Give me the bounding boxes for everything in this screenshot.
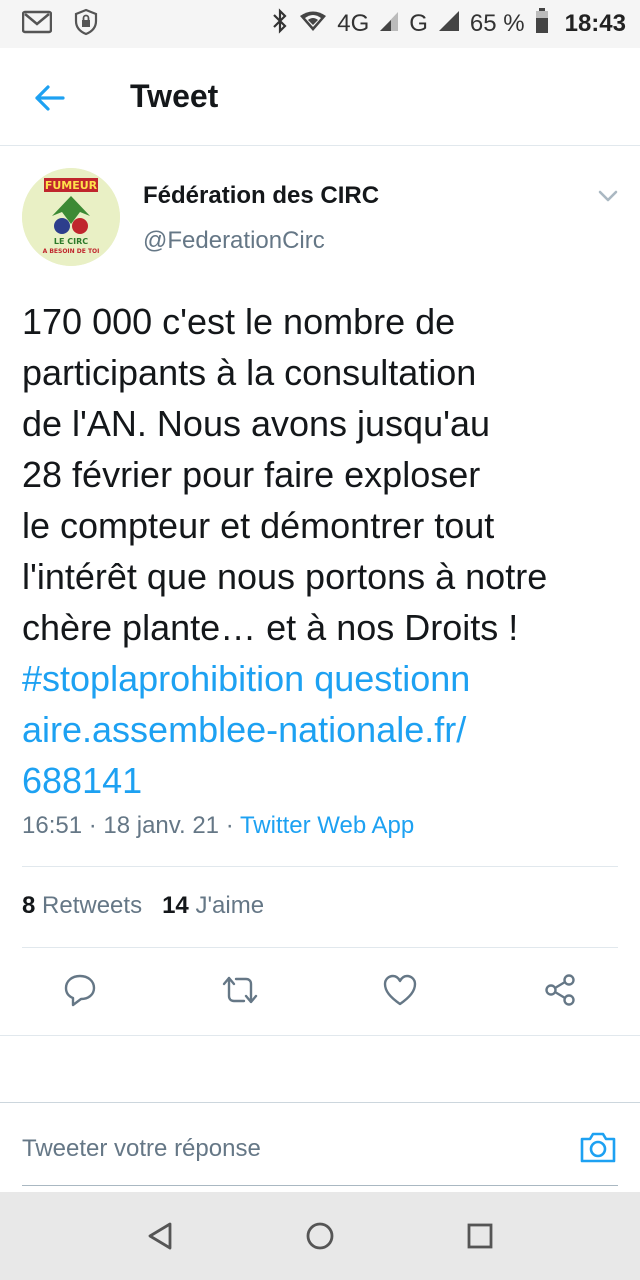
signal-icon xyxy=(438,10,460,39)
tweet-time: 16:51 xyxy=(22,812,83,839)
avatar-text-top: FUMEUR xyxy=(45,179,98,192)
reply-composer[interactable]: Tweeter votre réponse xyxy=(0,1102,640,1192)
tweet-text-line: le compteur et démontrer tout xyxy=(22,505,495,546)
tweet-timestamp: 16:51 · 18 janv. 21 · Twitter Web App xyxy=(22,812,415,839)
retweets-label: Retweets xyxy=(42,892,143,919)
like-button[interactable] xyxy=(378,968,422,1012)
more-options-button[interactable] xyxy=(594,184,622,208)
battery-icon xyxy=(535,7,549,41)
tweet-stats: 8 Retweets 14 J'aime xyxy=(22,892,264,920)
network-4g-label: 4G xyxy=(337,10,370,37)
retweet-icon xyxy=(222,976,258,1004)
back-button[interactable] xyxy=(28,76,72,120)
square-recents-icon xyxy=(467,1223,493,1249)
retweets-count: 8 xyxy=(22,892,36,919)
likes-label: J'aime xyxy=(195,892,265,919)
share-icon xyxy=(545,974,575,1006)
share-button[interactable] xyxy=(538,968,582,1012)
avatar-text-bottom: A BESOIN DE TOI xyxy=(43,248,100,255)
wifi-icon xyxy=(299,10,327,39)
reply-icon xyxy=(64,974,96,1007)
tweet-text: 170 000 c'est le nombre de participants … xyxy=(22,296,622,806)
system-nav-bar xyxy=(0,1192,640,1280)
nav-home-button[interactable] xyxy=(300,1216,340,1256)
url-link[interactable]: aire.assemblee-nationale.fr/ xyxy=(22,704,622,755)
tweet-source-link[interactable]: Twitter Web App xyxy=(240,812,414,839)
reply-button[interactable] xyxy=(58,968,102,1012)
retweet-button[interactable] xyxy=(218,968,262,1012)
divider xyxy=(0,1035,640,1036)
nav-recents-button[interactable] xyxy=(460,1216,500,1256)
avatar-text-mid: LE CIRC xyxy=(54,237,88,246)
app-header: Tweet xyxy=(0,48,640,146)
bluetooth-icon xyxy=(271,7,289,41)
status-bar: 4G G 65 % 18:43 xyxy=(0,0,640,48)
likes-count: 14 xyxy=(162,892,189,919)
tweet-text-line: 170 000 c'est le nombre de xyxy=(22,301,456,342)
tweet-text-line: chère plante… et à nos Droits ! xyxy=(22,607,519,648)
tweet-date: 18 janv. 21 xyxy=(103,812,220,839)
tweet-actions xyxy=(0,968,640,1018)
shield-icon xyxy=(74,8,98,41)
network-g-label: G xyxy=(409,10,428,37)
triangle-back-icon xyxy=(148,1222,172,1250)
avatar[interactable]: FUMEUR LE CIRC A BESOIN DE TOI xyxy=(22,168,120,266)
tweet-text-line: l'intérêt que nous portons à notre xyxy=(22,556,548,597)
reply-underline xyxy=(22,1185,618,1186)
tweet-text-line: participants à la consultation xyxy=(22,352,477,393)
reply-input[interactable]: Tweeter votre réponse xyxy=(22,1135,261,1163)
page-title: Tweet xyxy=(130,78,219,114)
hashtag-link[interactable]: #stoplaprohibition questionn xyxy=(22,653,622,704)
url-link[interactable]: 688141 xyxy=(22,755,622,806)
heart-icon xyxy=(383,974,417,1006)
likes-stat[interactable]: 14 J'aime xyxy=(162,892,264,919)
chevron-down-icon xyxy=(598,190,618,202)
gmail-icon xyxy=(21,10,53,39)
author-handle[interactable]: @FederationCirc xyxy=(143,227,325,255)
camera-icon xyxy=(580,1132,616,1163)
arrow-left-icon xyxy=(35,85,65,111)
tweet-text-line: de l'AN. Nous avons jusqu'au xyxy=(22,403,491,444)
author-name[interactable]: Fédération des CIRC xyxy=(143,182,379,210)
signal-icon xyxy=(379,10,399,39)
clock: 18:43 xyxy=(564,10,626,37)
nav-back-button[interactable] xyxy=(140,1216,180,1256)
tweet-text-line: 28 février pour faire exploser xyxy=(22,454,481,495)
camera-button[interactable] xyxy=(578,1127,618,1167)
battery-percent: 65 % xyxy=(469,10,525,37)
circle-home-icon xyxy=(306,1222,334,1250)
divider xyxy=(22,947,618,948)
divider xyxy=(22,866,618,867)
retweets-stat[interactable]: 8 Retweets xyxy=(22,892,142,919)
